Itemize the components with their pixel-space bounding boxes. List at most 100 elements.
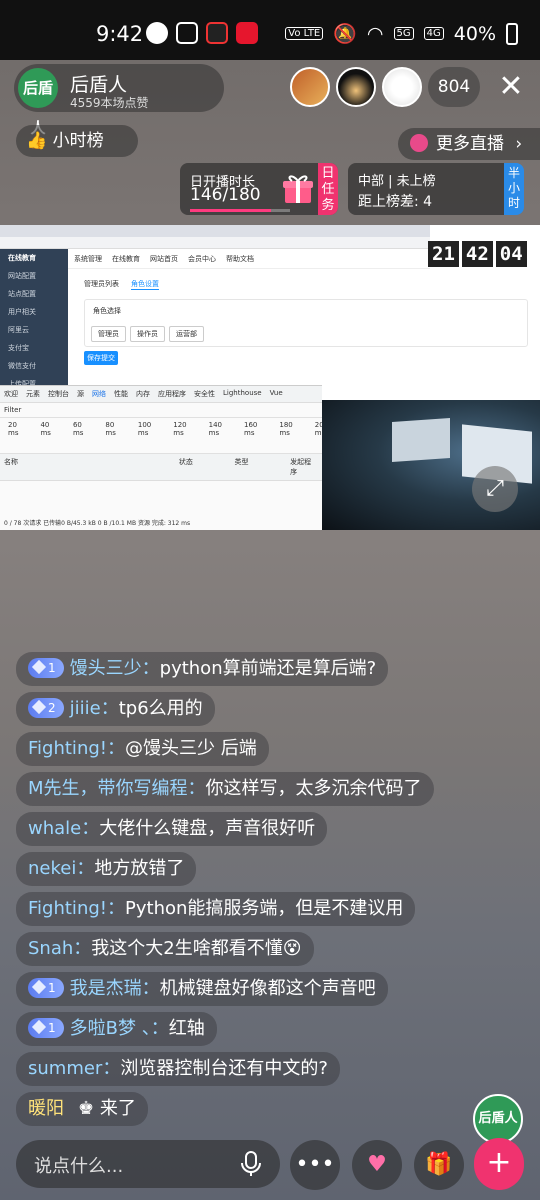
chat-separator: ：	[187, 778, 206, 799]
devtools-tab: 内存	[136, 390, 150, 398]
host-avatar[interactable]: 后盾人	[18, 68, 58, 137]
chat-message[interactable]: Fighting!：Python能搞服务端，但是不建议用	[16, 892, 416, 926]
welcome-username[interactable]: 暖阳	[28, 1098, 64, 1119]
microphone-icon[interactable]	[238, 1150, 264, 1178]
chat-text: 浏览器控制台还有中文的?	[120, 1058, 328, 1079]
chat-message[interactable]: Fighting!：@馒头三少 后端	[16, 732, 269, 766]
viewer-avatar[interactable]	[336, 67, 376, 107]
devtools-tab: Vue	[269, 389, 283, 397]
chat-username[interactable]: M先生，带你写编程	[28, 778, 188, 799]
topnav-item: 网站首页	[150, 254, 178, 263]
chat-message[interactable]: 1 我是杰瑞：机械键盘好像都这个声音吧	[16, 972, 388, 1006]
chat-username[interactable]: 我是杰瑞	[70, 978, 142, 999]
task-progress-bar	[190, 209, 290, 212]
fullscreen-icon[interactable]: ⤢	[472, 466, 518, 512]
chat-message[interactable]: M先生，带你写编程：你这样写，太多沉余代码了	[16, 772, 434, 806]
chat-message[interactable]: summer：浏览器控制台还有中文的?	[16, 1052, 340, 1086]
chat-username[interactable]: Fighting!	[28, 738, 107, 759]
timeline-tick: 120 ms	[173, 421, 187, 437]
chat-username[interactable]: 多啦B梦 、	[70, 1018, 151, 1039]
chat-message[interactable]: nekei：地方放错了	[16, 852, 197, 886]
timeline-tick: 100 ms	[137, 421, 152, 437]
mute-icon: 🔕	[333, 23, 357, 45]
close-icon[interactable]: ✕	[496, 72, 526, 102]
heart-button[interactable]: ♥	[352, 1140, 402, 1190]
top-viewers[interactable]	[290, 67, 422, 107]
chat-list[interactable]: 1 馒头三少：python算前端还是算后端? 2 jiiie：tp6么用的 Fighti…	[16, 652, 516, 1126]
host-likes: 4559本场点赞	[70, 96, 149, 110]
volte-icon: Vo LTE	[285, 27, 324, 40]
diamond-icon	[31, 659, 47, 675]
chat-separator: ：	[100, 698, 119, 719]
chat-message[interactable]: 1 多啦B梦 、：红轴	[16, 1012, 217, 1046]
sidebar-item: 阿里云	[8, 326, 29, 334]
chat-text: tp6么用的	[118, 698, 203, 719]
more-live-button[interactable]: 更多直播 ›	[398, 128, 540, 160]
crown-icon: ♚	[78, 1098, 100, 1119]
battery-level: 40%	[453, 22, 496, 45]
chat-text: 红轴	[168, 1018, 205, 1039]
chat-separator: ：	[141, 658, 160, 679]
devtools-tab: 网络	[92, 390, 106, 398]
save-button: 保存提交	[84, 351, 118, 365]
chat-message[interactable]: 2 jiiie：tp6么用的	[16, 692, 215, 726]
task-progress-text: 146/180	[190, 185, 261, 205]
chat-text: @馒头三少 后端	[125, 738, 257, 759]
live-stream-video[interactable]: 在线教育 网站配置站点配置用户相关阿里云支付宝微信支付上传配置邮箱配置 系统管理…	[0, 225, 540, 530]
hour-rank-button[interactable]: 👍 小时榜	[16, 125, 138, 157]
rank-gap: 距上榜差: 4	[358, 194, 433, 210]
chat-username[interactable]: nekei	[28, 858, 76, 879]
devtools-tab: 性能	[114, 390, 128, 398]
half-hour-rank-card[interactable]: 中部 | 未上榜 距上榜差: 4	[348, 163, 504, 215]
clock-minutes: 42	[461, 241, 493, 267]
devtools-tabs: 欢迎 元素 控制台源网络 性能 内存 应用程序 安全性 Lighthouse Vue	[0, 386, 322, 403]
chat-text: 大佬什么键盘，声音很好听	[99, 818, 316, 839]
timeline-tick: 80 ms	[105, 421, 116, 437]
monitor-image	[392, 417, 450, 463]
hour-rank-label: 小时榜	[52, 131, 104, 151]
host-float-avatar[interactable]: 后盾人	[473, 1094, 523, 1144]
chat-separator: ：	[107, 898, 125, 919]
gift-button[interactable]: 🎁	[414, 1140, 464, 1190]
comment-input[interactable]: 说点什么...	[16, 1140, 280, 1188]
viewer-avatar[interactable]	[290, 67, 330, 107]
host-name: 后盾人	[70, 74, 128, 96]
stream-clock: 21 42 04	[428, 241, 527, 267]
fan-badge: 2	[28, 698, 64, 718]
chat-message[interactable]: 1 馒头三少：python算前端还是算后端?	[16, 652, 389, 686]
timeline-tick: 60 ms	[72, 421, 84, 437]
sidebar-item: 网站配置	[8, 272, 36, 280]
chat-username[interactable]: summer	[28, 1058, 102, 1079]
diamond-icon	[31, 699, 47, 715]
topnav-item: 帮助文档	[226, 254, 254, 263]
more-options-button[interactable]: •••	[290, 1140, 340, 1190]
chat-separator: ：	[107, 738, 125, 759]
viewer-avatar[interactable]	[382, 67, 422, 107]
timeline-tick: 20 ms	[8, 421, 19, 437]
heart-icon: ♥	[367, 1152, 387, 1177]
role-buttons: 管理员 操作员 运营部	[91, 326, 204, 342]
host-info[interactable]: 后盾人 后盾人 4559本场点赞	[14, 64, 224, 137]
fan-badge: 1	[28, 658, 64, 678]
chat-message[interactable]: Snah：我这个大2生啥都看不懂😵	[16, 932, 314, 966]
devtools-tab: 元素	[26, 390, 40, 398]
viewer-count[interactable]: 804	[428, 67, 480, 107]
daily-task-card[interactable]: 日开播时长 146/180	[180, 163, 338, 215]
fan-badge: 1	[28, 1018, 64, 1038]
chat-separator: ：	[102, 1058, 121, 1079]
timeline-tick: 160 ms	[244, 421, 258, 437]
fan-badge-level: 1	[48, 661, 56, 675]
clock-hours: 21	[428, 241, 459, 267]
add-button[interactable]: +	[474, 1138, 524, 1190]
chat-username[interactable]: 馒头三少	[70, 658, 142, 679]
devtools-tab: 源	[77, 390, 84, 398]
chat-username[interactable]: Snah	[28, 938, 73, 959]
chat-username[interactable]: jiiie	[70, 698, 101, 719]
role-button: 操作员	[130, 326, 165, 342]
chat-message[interactable]: whale：大佬什么键盘，声音很好听	[16, 812, 328, 846]
message-icon	[146, 22, 168, 44]
chat-separator: ：	[141, 978, 160, 999]
chat-username[interactable]: whale	[28, 818, 81, 839]
fan-badge-level: 1	[48, 1021, 56, 1035]
chat-username[interactable]: Fighting!	[28, 898, 107, 919]
